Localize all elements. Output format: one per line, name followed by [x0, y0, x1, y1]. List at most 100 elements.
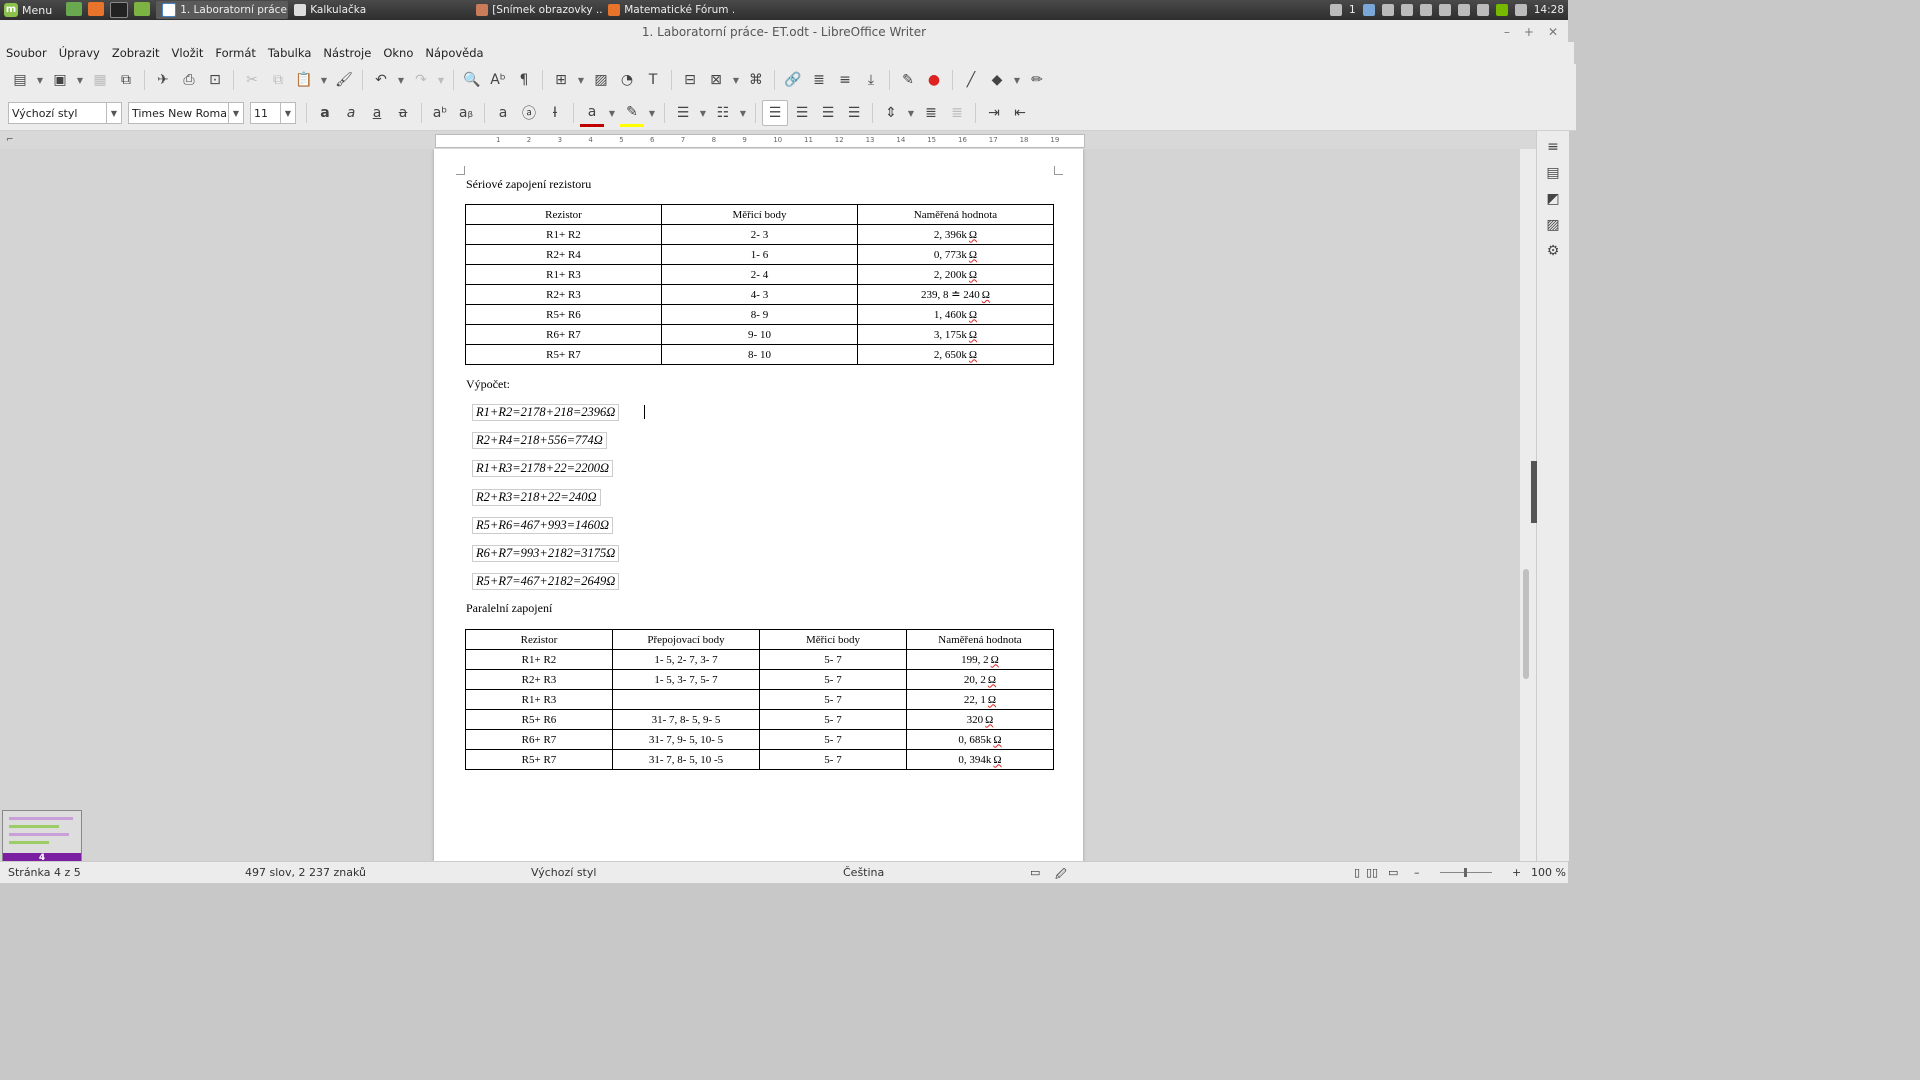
bullet-list-icon[interactable]: ☰: [671, 101, 695, 125]
table-cell[interactable]: R2+ R3: [465, 669, 613, 690]
table-cell[interactable]: 1- 6: [661, 244, 858, 265]
superscript-icon[interactable]: aᵇ: [428, 101, 452, 125]
table-cell[interactable]: 2- 4: [661, 264, 858, 285]
decrease-indent-icon[interactable]: ⇤: [1008, 101, 1032, 125]
clone-formatting-icon[interactable]: 🖌: [332, 68, 356, 92]
parallel-table[interactable]: Rezistor Přepojovací body Měřicí body Naměř…: [465, 629, 1054, 770]
properties-icon[interactable]: ▤: [1543, 163, 1563, 183]
font-color-icon[interactable]: a: [580, 100, 604, 127]
page-thumbnail[interactable]: 4: [2, 810, 82, 864]
table-cell[interactable]: 0, 394k Ω: [906, 749, 1054, 770]
table-cell[interactable]: R1+ R3: [465, 264, 662, 285]
bold-icon[interactable]: a: [313, 101, 337, 125]
shield-icon[interactable]: [1476, 4, 1489, 16]
table-cell[interactable]: 2, 650k Ω: [857, 344, 1054, 365]
menu-okno[interactable]: Okno: [383, 46, 413, 60]
redo-dropdown-icon[interactable]: ▼: [435, 68, 447, 92]
page-break-icon[interactable]: ⊟: [678, 68, 702, 92]
status-page[interactable]: Stránka 4 z 5: [8, 866, 81, 879]
gallery-icon[interactable]: ▨: [1543, 215, 1563, 235]
highlight-dropdown-icon[interactable]: ▼: [646, 101, 658, 125]
open-folder-icon[interactable]: ▣: [48, 68, 72, 92]
table-dropdown-icon[interactable]: ▼: [575, 68, 587, 92]
status-word-count[interactable]: 497 slov, 2 237 znaků: [245, 866, 366, 879]
zoom-level[interactable]: 100 %: [1531, 866, 1566, 879]
volume-icon[interactable]: [1457, 4, 1470, 16]
draw-functions-icon[interactable]: ✏: [1025, 68, 1049, 92]
start-menu-button[interactable]: m Menu: [0, 0, 60, 20]
font-name-combo[interactable]: Times New Roman ▼: [128, 102, 244, 124]
table-cell[interactable]: 5- 7: [759, 649, 907, 670]
menu-zobrazit[interactable]: Zobrazit: [112, 46, 160, 60]
numbered-dropdown-icon[interactable]: ▼: [737, 101, 749, 125]
table-cell[interactable]: 22, 1Ω: [906, 689, 1054, 710]
formula-object[interactable]: R2+R4=218+556=774Ω: [472, 432, 607, 450]
insert-field-icon[interactable]: ⊠: [704, 68, 728, 92]
table-header-cell[interactable]: Měřicí body: [759, 629, 907, 650]
scrollbar-thumb[interactable]: [1523, 569, 1529, 679]
task-screenshot[interactable]: [Snímek obrazovky ...: [470, 1, 602, 19]
line-spacing-icon[interactable]: ⇕: [879, 101, 903, 125]
table-cell[interactable]: 8- 10: [661, 344, 858, 365]
field-dropdown-icon[interactable]: ▼: [730, 68, 742, 92]
table-cell[interactable]: R5+ R6: [465, 304, 662, 325]
undo-dropdown-icon[interactable]: ▼: [395, 68, 407, 92]
user-icon[interactable]: [1381, 4, 1394, 16]
table-cell[interactable]: R2+ R3: [465, 284, 662, 305]
save-icon[interactable]: ▦: [88, 68, 112, 92]
document-page[interactable]: Sériové zapojení rezistoru Rezistor Měřic…: [434, 149, 1083, 861]
table-cell[interactable]: 2, 396k Ω: [857, 224, 1054, 245]
table-cell[interactable]: R6+ R7: [465, 324, 662, 345]
italic-icon[interactable]: a: [339, 101, 363, 125]
paste-icon[interactable]: 📋: [292, 68, 316, 92]
minimize-button[interactable]: –: [1504, 20, 1510, 44]
table-cell[interactable]: 31- 7, 9- 5, 10- 5: [612, 729, 760, 750]
insert-mode-icon[interactable]: ▭: [1030, 866, 1040, 879]
shadow-icon[interactable]: a: [491, 101, 515, 125]
screenshot-tray-icon[interactable]: [1362, 4, 1375, 16]
cut-icon[interactable]: ✂: [240, 68, 264, 92]
save-as-icon[interactable]: ⧉: [114, 68, 138, 92]
table-header-cell[interactable]: Naměřená hodnota: [906, 629, 1054, 650]
multi-page-view-icon[interactable]: ▯▯: [1366, 866, 1378, 879]
table-cell[interactable]: R5+ R7: [465, 749, 613, 770]
table-cell[interactable]: 239, 8 ≐ 240 Ω: [857, 284, 1054, 305]
sidebar-resize-handle[interactable]: [1531, 461, 1537, 523]
new-document-icon[interactable]: ▤: [8, 68, 32, 92]
formula-object[interactable]: R2+R3=218+22=240Ω: [472, 488, 601, 506]
document-modified-icon[interactable]: 🖉: [1055, 866, 1067, 885]
font-color-dropdown-icon[interactable]: ▼: [606, 101, 618, 125]
bluetooth-icon[interactable]: [1419, 4, 1432, 16]
table-cell[interactable]: R5+ R6: [465, 709, 613, 730]
firefox-icon[interactable]: [88, 2, 105, 16]
table-cell[interactable]: R2+ R4: [465, 244, 662, 265]
terminal-icon[interactable]: [110, 2, 129, 18]
increase-paragraph-spacing-icon[interactable]: ≣: [919, 101, 943, 125]
close-button[interactable]: ✕: [1548, 20, 1558, 44]
files-icon[interactable]: [134, 2, 151, 16]
table-cell[interactable]: 9- 10: [661, 324, 858, 345]
formula-object[interactable]: R1+R3=2178+22=2200Ω: [472, 460, 614, 478]
menu-soubor[interactable]: Soubor: [6, 46, 47, 60]
single-page-view-icon[interactable]: ▯: [1354, 866, 1360, 879]
paste-dropdown-icon[interactable]: ▼: [318, 68, 330, 92]
insert-table-icon[interactable]: ⊞: [549, 68, 573, 92]
table-cell[interactable]: 20, 2Ω: [906, 669, 1054, 690]
formula-object[interactable]: R5+R7=467+2182=2649Ω: [472, 573, 620, 591]
tab-stop-selector-icon[interactable]: ⌐: [6, 135, 14, 145]
new-dropdown-icon[interactable]: ▼: [34, 68, 46, 92]
nvidia-icon[interactable]: [1495, 4, 1508, 16]
status-language[interactable]: Čeština: [843, 866, 884, 879]
status-page-style[interactable]: Výchozí styl: [531, 866, 596, 879]
font-size-combo[interactable]: 11 ▼: [250, 102, 296, 124]
table-cell[interactable]: 4- 3: [661, 284, 858, 305]
subscript-icon[interactable]: aᵦ: [454, 101, 478, 125]
table-cell[interactable]: 0, 773k Ω: [857, 244, 1054, 265]
clear-formatting-icon[interactable]: Ɨ: [543, 101, 567, 125]
menu-tabulka[interactable]: Tabulka: [268, 46, 311, 60]
table-header-cell[interactable]: Naměřená hodnota: [857, 204, 1054, 225]
align-center-icon[interactable]: ☰: [790, 101, 814, 125]
table-cell[interactable]: 199, 2Ω: [906, 649, 1054, 670]
formatting-marks-icon[interactable]: ¶: [512, 68, 536, 92]
table-cell[interactable]: R6+ R7: [465, 729, 613, 750]
